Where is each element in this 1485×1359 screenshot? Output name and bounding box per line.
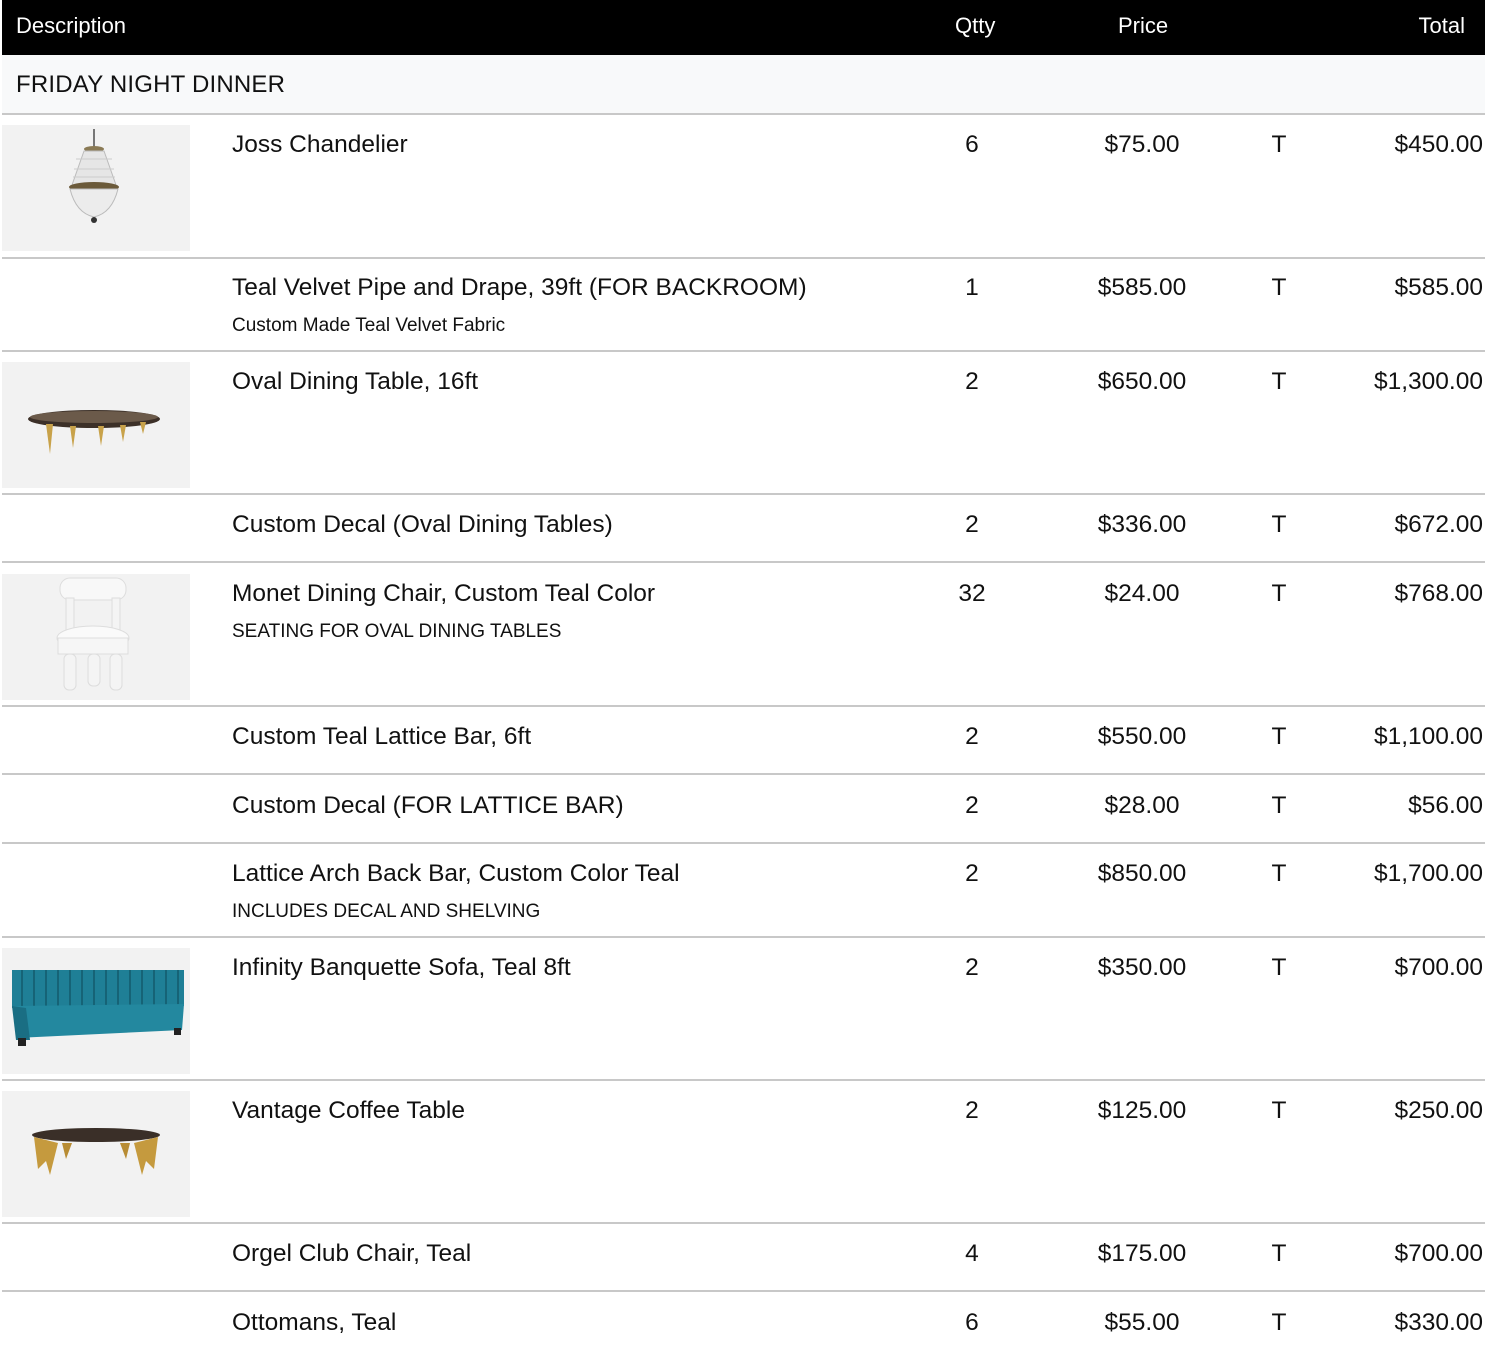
- table-row: Oval Dining Table, 16ft 2 $650.00 T $1,3…: [2, 352, 1485, 495]
- table-row: Custom Teal Lattice Bar, 6ft 2 $550.00 T…: [2, 707, 1485, 775]
- section-header: FRIDAY NIGHT DINNER: [2, 55, 1485, 115]
- item-price: $75.00: [1104, 131, 1180, 158]
- item-tax: T: [1271, 1240, 1287, 1267]
- table-row: Ottomans, Teal 6 $55.00 T $330.00: [2, 1293, 1485, 1359]
- table-row: Custom Decal (Oval Dining Tables) 2 $336…: [2, 495, 1485, 563]
- header-description: Description: [16, 13, 127, 38]
- item-total: $700.00: [1394, 1240, 1483, 1267]
- item-total: $250.00: [1394, 1097, 1483, 1124]
- item-tax: T: [1271, 511, 1287, 538]
- item-name: Joss Chandelier: [232, 131, 408, 158]
- item-tax: T: [1271, 954, 1287, 981]
- item-total: $1,700.00: [1374, 860, 1483, 887]
- item-tax: T: [1271, 580, 1287, 607]
- item-price: $125.00: [1097, 1097, 1187, 1124]
- table-row: Infinity Banquette Sofa, Teal 8ft 2 $350…: [2, 938, 1485, 1081]
- item-name: Orgel Club Chair, Teal: [232, 1240, 472, 1267]
- item-tax: T: [1271, 131, 1287, 158]
- item-tax: T: [1271, 274, 1287, 301]
- item-qty: 2: [965, 368, 979, 395]
- item-tax: T: [1271, 368, 1287, 395]
- item-qty: 2: [965, 792, 979, 819]
- item-tax: T: [1271, 1309, 1287, 1336]
- item-qty: 4: [965, 1240, 979, 1267]
- item-total: $450.00: [1394, 131, 1483, 158]
- item-note: INCLUDES DECAL AND SHELVING: [232, 901, 541, 922]
- item-qty: 6: [965, 131, 979, 158]
- item-tax: T: [1271, 860, 1287, 887]
- item-qty: 6: [965, 1309, 979, 1336]
- header-total: Total: [1418, 13, 1465, 38]
- item-note: SEATING FOR OVAL DINING TABLES: [232, 621, 562, 642]
- item-qty: 1: [965, 274, 979, 301]
- item-name: Monet Dining Chair, Custom Teal Color: [232, 580, 656, 607]
- item-price: $336.00: [1097, 511, 1187, 538]
- table-row: Orgel Club Chair, Teal 4 $175.00 T $700.…: [2, 1224, 1485, 1292]
- item-total: $330.00: [1394, 1309, 1483, 1336]
- item-tax: T: [1271, 723, 1287, 750]
- item-name: Infinity Banquette Sofa, Teal 8ft: [232, 954, 571, 981]
- item-note: Custom Made Teal Velvet Fabric: [232, 315, 506, 336]
- item-price: $55.00: [1104, 1309, 1180, 1336]
- chandelier-icon: [2, 125, 190, 251]
- table-row: Vantage Coffee Table 2 $125.00 T $250.00: [2, 1081, 1485, 1224]
- item-total: $700.00: [1394, 954, 1483, 981]
- table-row: Monet Dining Chair, Custom Teal Color SE…: [2, 564, 1485, 707]
- dining-chair-icon: [2, 574, 190, 700]
- table-header: Description Qtty Price Total: [2, 0, 1485, 55]
- item-name: Custom Decal (FOR LATTICE BAR): [232, 792, 624, 819]
- header-price: Price: [1118, 13, 1169, 38]
- item-price: $28.00: [1104, 792, 1180, 819]
- item-name: Custom Decal (Oval Dining Tables): [232, 511, 613, 538]
- coffee-table-icon: [2, 1091, 190, 1217]
- item-total: $585.00: [1394, 274, 1483, 301]
- item-name: Lattice Arch Back Bar, Custom Color Teal: [232, 860, 680, 887]
- item-total: $768.00: [1394, 580, 1483, 607]
- item-price: $350.00: [1097, 954, 1187, 981]
- item-price: $850.00: [1097, 860, 1187, 887]
- item-price: $650.00: [1097, 368, 1187, 395]
- table-row: Lattice Arch Back Bar, Custom Color Teal…: [2, 844, 1485, 938]
- item-qty: 2: [965, 860, 979, 887]
- item-qty: 32: [958, 580, 986, 607]
- item-total: $1,100.00: [1374, 723, 1483, 750]
- banquette-sofa-icon: [2, 948, 190, 1074]
- item-price: $24.00: [1104, 580, 1180, 607]
- item-price: $585.00: [1097, 274, 1187, 301]
- header-qty: Qtty: [955, 13, 996, 38]
- table-row: Custom Decal (FOR LATTICE BAR) 2 $28.00 …: [2, 776, 1485, 844]
- item-price: $550.00: [1097, 723, 1187, 750]
- table-row: Teal Velvet Pipe and Drape, 39ft (FOR BA…: [2, 258, 1485, 352]
- item-name: Oval Dining Table, 16ft: [232, 368, 479, 395]
- item-total: $1,300.00: [1374, 368, 1483, 395]
- item-qty: 2: [965, 954, 979, 981]
- item-tax: T: [1271, 792, 1287, 819]
- item-total: $56.00: [1408, 792, 1483, 819]
- item-tax: T: [1271, 1097, 1287, 1124]
- table-row: Joss Chandelier 6 $75.00 T $450.00: [2, 115, 1485, 259]
- oval-table-icon: [2, 362, 190, 488]
- item-name: Teal Velvet Pipe and Drape, 39ft (FOR BA…: [232, 274, 807, 301]
- item-name: Custom Teal Lattice Bar, 6ft: [232, 723, 532, 750]
- item-total: $672.00: [1394, 511, 1483, 538]
- item-name: Vantage Coffee Table: [232, 1097, 465, 1124]
- item-price: $175.00: [1097, 1240, 1187, 1267]
- item-qty: 2: [965, 511, 979, 538]
- section-title: FRIDAY NIGHT DINNER: [16, 71, 286, 98]
- item-qty: 2: [965, 723, 979, 750]
- item-qty: 2: [965, 1097, 979, 1124]
- item-name: Ottomans, Teal: [232, 1309, 397, 1336]
